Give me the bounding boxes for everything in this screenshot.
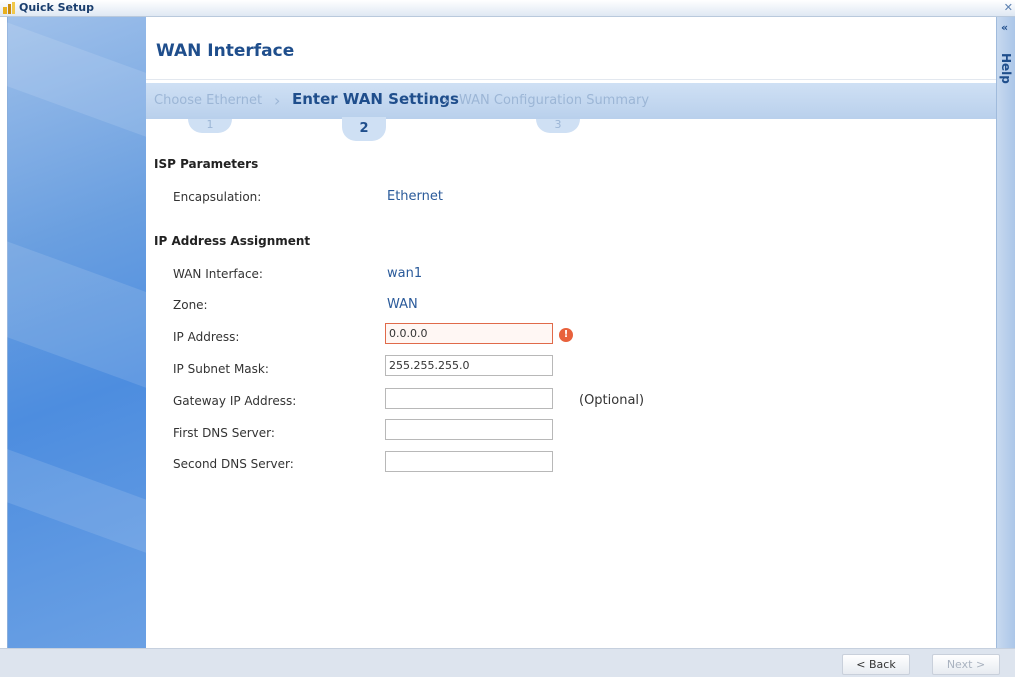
isp-parameters-heading: ISP Parameters [154, 157, 259, 171]
chevron-right-icon: › [443, 91, 450, 110]
step-3-number: 3 [536, 119, 580, 133]
decorative-side-panel [7, 17, 146, 648]
zone-value: WAN [387, 297, 418, 312]
step-2-number: 2 [342, 117, 386, 141]
ip-address-field[interactable] [385, 323, 553, 344]
wan-interface-label: WAN Interface: [173, 267, 263, 281]
step-2-label: Enter WAN Settings [292, 90, 459, 108]
subnet-mask-label: IP Subnet Mask: [173, 362, 269, 376]
footer-bar: < Back Next > [0, 648, 1015, 677]
gateway-label: Gateway IP Address: [173, 394, 297, 408]
collapse-icon[interactable]: « [1001, 21, 1008, 34]
close-icon[interactable]: ✕ [1004, 0, 1013, 16]
help-label[interactable]: Help [999, 53, 1013, 84]
second-dns-field[interactable] [385, 451, 553, 472]
step-3-label: WAN Configuration Summary [459, 93, 650, 108]
second-dns-label: Second DNS Server: [173, 457, 294, 471]
first-dns-label: First DNS Server: [173, 426, 275, 440]
subnet-mask-field[interactable] [385, 355, 553, 376]
back-button[interactable]: < Back [842, 654, 910, 675]
divider [146, 79, 996, 80]
page-title: WAN Interface [156, 41, 295, 61]
wizard-steps: Choose Ethernet › Enter WAN Settings › W… [146, 83, 996, 119]
step-1-label: Choose Ethernet [154, 93, 263, 108]
warning-icon: ! [559, 328, 573, 342]
chevron-right-icon: › [274, 91, 281, 110]
ip-address-label: IP Address: [173, 330, 240, 344]
title-bar: Quick Setup ✕ [0, 0, 1015, 17]
zone-label: Zone: [173, 298, 208, 312]
main-panel: WAN Interface Choose Ethernet › Enter WA… [146, 17, 996, 648]
encapsulation-label: Encapsulation: [173, 190, 262, 204]
window-title: Quick Setup [19, 1, 94, 14]
optional-hint: (Optional) [579, 393, 645, 408]
step-1-number: 1 [188, 119, 232, 133]
next-button[interactable]: Next > [932, 654, 1000, 675]
gateway-field[interactable] [385, 388, 553, 409]
quick-setup-icon [3, 2, 15, 14]
help-panel[interactable]: « Help [996, 17, 1015, 648]
first-dns-field[interactable] [385, 419, 553, 440]
ip-assignment-heading: IP Address Assignment [154, 234, 311, 248]
encapsulation-value: Ethernet [387, 189, 443, 204]
wan-interface-value: wan1 [387, 266, 423, 281]
